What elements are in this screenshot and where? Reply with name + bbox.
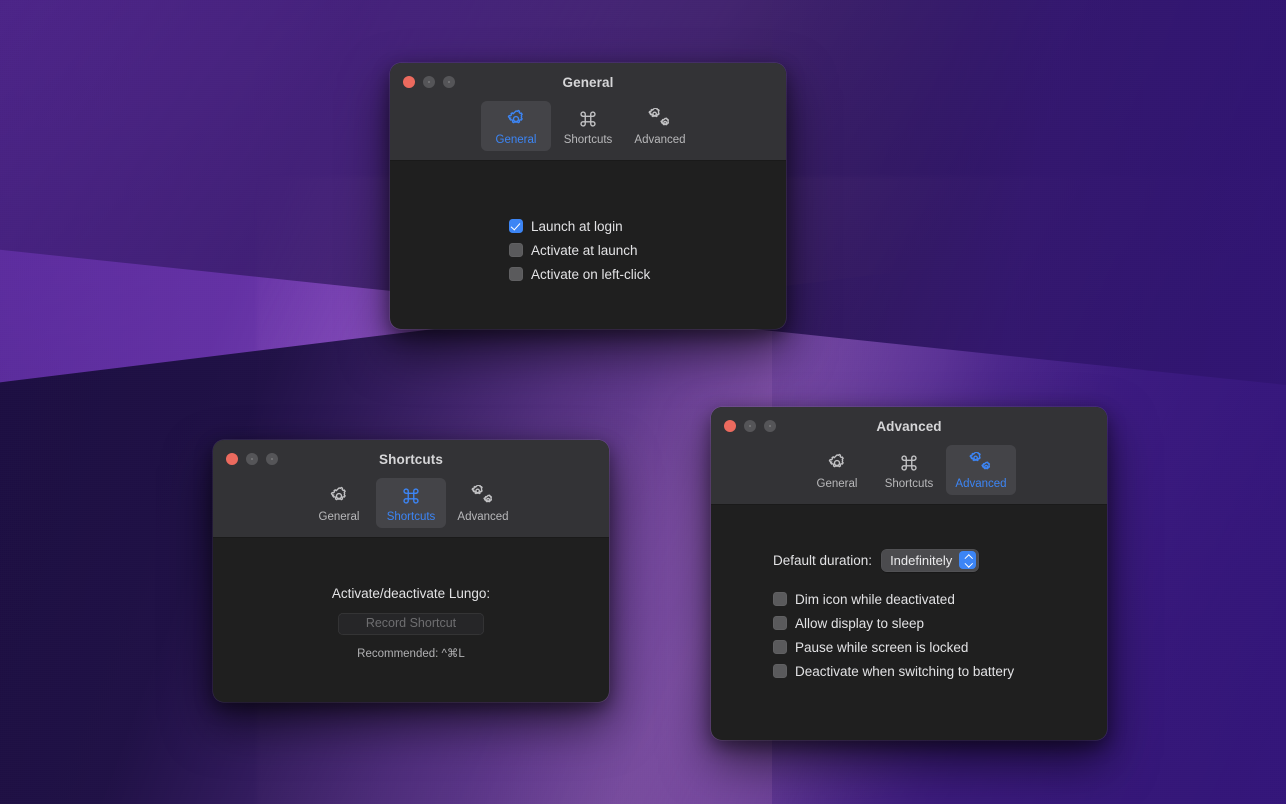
advanced-content: Default duration: Indefinitely Dim icon … — [711, 504, 1107, 679]
checkbox-activate-at-launch[interactable] — [509, 243, 523, 258]
general-toolbar-tabs[interactable]: General Shortcuts Advanced — [390, 101, 786, 161]
shortcut-prompt-label: Activate/deactivate Lungo: — [331, 585, 491, 601]
checkbox-pause-while-screen-is-locked[interactable] — [773, 640, 787, 655]
checkbox-row-activate-on-left-click[interactable]: Activate on left-click — [509, 267, 786, 282]
tab-general-label: General — [495, 134, 537, 146]
gear-icon — [826, 451, 848, 475]
command-icon — [577, 107, 599, 131]
checkbox-activate-at-launch-label: Activate at launch — [531, 242, 638, 258]
checkbox-row-activate-at-launch[interactable]: Activate at launch — [509, 243, 786, 258]
checkbox-row-allow-display-sleep[interactable]: Allow display to sleep — [773, 616, 1107, 631]
checkbox-dim-icon-label: Dim icon while deactivated — [795, 591, 955, 607]
tab-shortcuts[interactable]: Shortcuts — [376, 478, 446, 528]
tab-advanced[interactable]: Advanced — [448, 478, 518, 528]
double-gear-icon — [471, 484, 495, 508]
shortcuts-toolbar-tabs[interactable]: General Shortcuts Advanced — [213, 478, 609, 538]
minimize-button[interactable] — [246, 453, 258, 465]
general-content: Launch at login Activate at launch Activ… — [390, 160, 786, 282]
tab-advanced-label: Advanced — [955, 478, 1007, 490]
tab-shortcuts[interactable]: Shortcuts — [874, 445, 944, 495]
checkbox-dim-icon-while-deactivated[interactable] — [773, 592, 787, 607]
general-titlebar[interactable]: General — [390, 63, 786, 101]
tab-shortcuts-label: Shortcuts — [563, 134, 613, 146]
advanced-traffic-lights[interactable] — [724, 420, 776, 432]
advanced-toolbar-tabs[interactable]: General Shortcuts Advanced — [711, 445, 1107, 505]
general-preferences-window[interactable]: General General Shortcuts Advanced Launc… — [390, 63, 786, 329]
shortcuts-titlebar[interactable]: Shortcuts — [213, 440, 609, 478]
tab-general[interactable]: General — [802, 445, 872, 495]
tab-advanced[interactable]: Advanced — [625, 101, 695, 151]
default-duration-label: Default duration: — [773, 552, 873, 568]
maximize-button[interactable] — [764, 420, 776, 432]
shortcuts-traffic-lights[interactable] — [226, 453, 278, 465]
checkbox-allow-display-to-sleep[interactable] — [773, 616, 787, 631]
checkbox-allow-display-sleep-label: Allow display to sleep — [795, 615, 925, 631]
command-icon — [898, 451, 920, 475]
checkbox-row-dim-icon[interactable]: Dim icon while deactivated — [773, 592, 1107, 607]
checkbox-activate-on-left-click-label: Activate on left-click — [531, 266, 651, 282]
recommended-shortcut-text: Recommended: ^⌘L — [357, 647, 465, 660]
minimize-button[interactable] — [423, 76, 435, 88]
checkbox-row-launch-at-login[interactable]: Launch at login — [509, 219, 786, 234]
default-duration-value: Indefinitely — [890, 552, 953, 568]
advanced-preferences-window[interactable]: Advanced General Shortcuts Advanced Defa… — [711, 407, 1107, 740]
double-gear-icon — [648, 107, 672, 131]
command-icon — [400, 484, 422, 508]
double-gear-icon — [969, 451, 993, 475]
stepper-icon[interactable] — [959, 551, 977, 570]
checkbox-launch-at-login-label: Launch at login — [531, 218, 623, 234]
gear-icon — [505, 107, 527, 131]
chevron-down-icon — [964, 561, 971, 565]
tab-general[interactable]: General — [481, 101, 551, 151]
checkbox-row-deactivate-on-battery[interactable]: Deactivate when switching to battery — [773, 664, 1107, 679]
tab-general-label: General — [816, 478, 858, 490]
maximize-button[interactable] — [266, 453, 278, 465]
tab-advanced-label: Advanced — [457, 511, 509, 523]
close-button[interactable] — [403, 76, 415, 88]
checkbox-deactivate-when-switching-to-battery[interactable] — [773, 664, 787, 679]
gear-icon — [328, 484, 350, 508]
shortcuts-content: Activate/deactivate Lungo: Record Shortc… — [213, 537, 609, 660]
record-shortcut-button[interactable]: Record Shortcut — [338, 612, 484, 635]
close-button[interactable] — [226, 453, 238, 465]
close-button[interactable] — [724, 420, 736, 432]
tab-advanced[interactable]: Advanced — [946, 445, 1016, 495]
shortcuts-preferences-window[interactable]: Shortcuts General Shortcuts Advanced Act… — [213, 440, 609, 702]
tab-shortcuts-label: Shortcuts — [386, 511, 436, 523]
tab-advanced-label: Advanced — [634, 134, 686, 146]
tab-general-label: General — [318, 511, 360, 523]
checkbox-pause-screen-locked-label: Pause while screen is locked — [795, 639, 969, 655]
checkbox-activate-on-left-click[interactable] — [509, 267, 523, 282]
tab-shortcuts-label: Shortcuts — [884, 478, 934, 490]
checkbox-deactivate-battery-label: Deactivate when switching to battery — [795, 663, 1015, 679]
checkbox-row-pause-screen-locked[interactable]: Pause while screen is locked — [773, 640, 1107, 655]
general-traffic-lights[interactable] — [403, 76, 455, 88]
advanced-titlebar[interactable]: Advanced — [711, 407, 1107, 445]
checkbox-launch-at-login[interactable] — [509, 219, 523, 234]
default-duration-row[interactable]: Default duration: Indefinitely — [773, 548, 1107, 572]
maximize-button[interactable] — [443, 76, 455, 88]
tab-shortcuts[interactable]: Shortcuts — [553, 101, 623, 151]
minimize-button[interactable] — [744, 420, 756, 432]
tab-general[interactable]: General — [304, 478, 374, 528]
default-duration-select[interactable]: Indefinitely — [881, 548, 980, 572]
